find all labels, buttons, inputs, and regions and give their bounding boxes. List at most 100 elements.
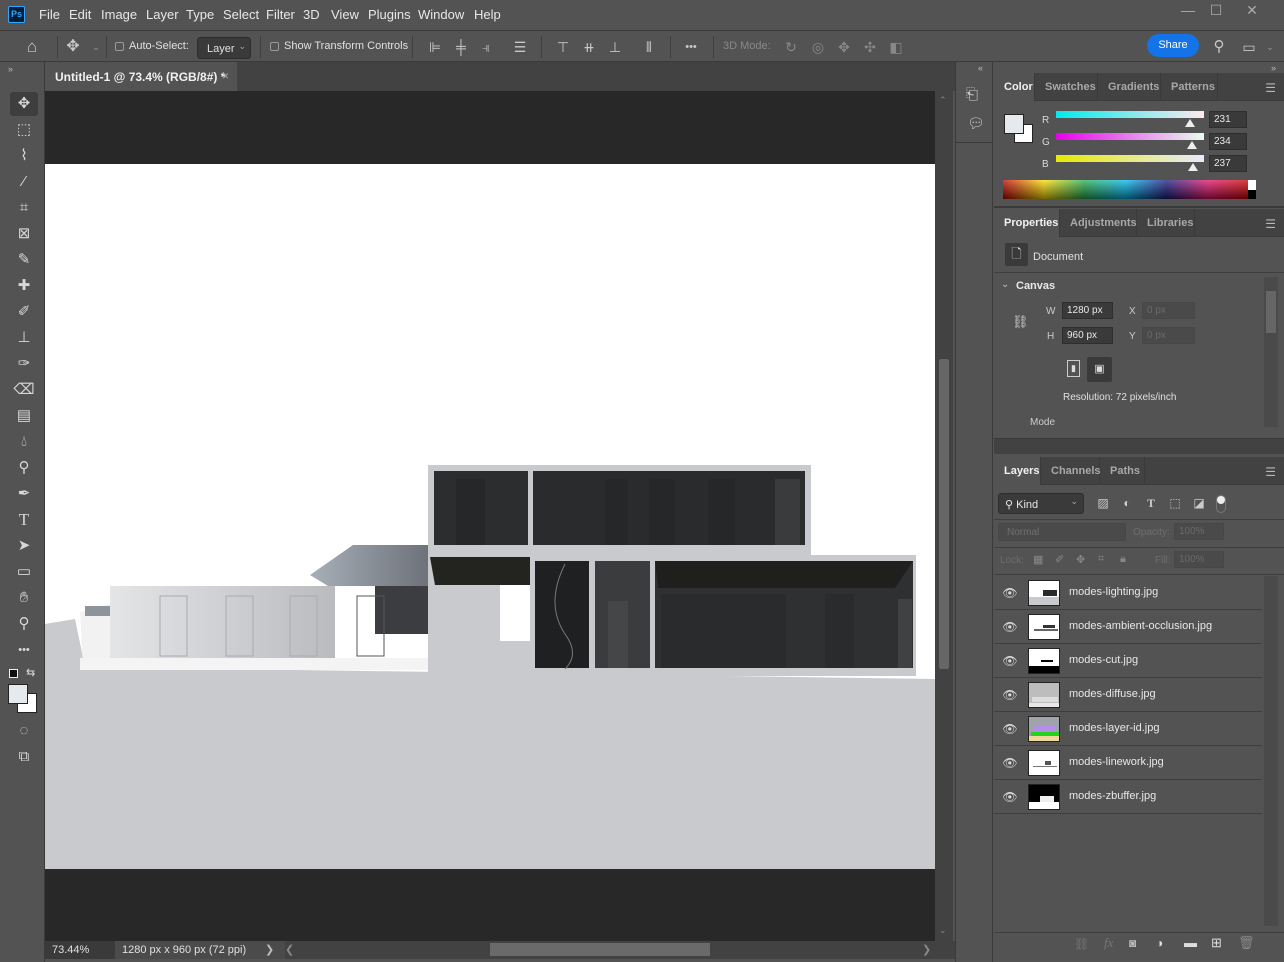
green-slider[interactable] — [1056, 133, 1204, 140]
canvas-y-input[interactable]: 0 px — [1142, 327, 1195, 344]
tab-swatches[interactable]: Swatches — [1035, 73, 1098, 101]
tab-paths[interactable]: Paths — [1100, 457, 1145, 485]
menu-filter[interactable]: Filter — [266, 7, 295, 22]
pixel-layer-filter-icon[interactable]: ▨ — [1094, 496, 1112, 510]
screen-mode-icon[interactable]: ⧉ — [10, 745, 38, 769]
blue-slider-thumb[interactable] — [1188, 163, 1199, 171]
menu-type[interactable]: Type — [186, 7, 214, 22]
document-canvas[interactable] — [45, 164, 935, 869]
properties-scroll-thumb[interactable] — [1266, 291, 1276, 333]
align-vcenter-icon[interactable]: ⧺ — [579, 37, 599, 57]
lock-transparent-icon[interactable]: ▦ — [1033, 553, 1043, 566]
menu-image[interactable]: Image — [101, 7, 137, 22]
lock-artboard-icon[interactable]: ⌗ — [1098, 553, 1104, 566]
minimize-button[interactable]: — — [1174, 0, 1202, 22]
workspace-icon[interactable]: ▭ — [1239, 37, 1259, 57]
collapse-icon[interactable]: « — [978, 63, 983, 73]
new-layer-icon[interactable]: ⊞ — [1211, 935, 1222, 951]
menu-select[interactable]: Select — [223, 7, 259, 22]
type-tool[interactable]: T — [10, 508, 38, 532]
type-layer-filter-icon[interactable]: T — [1142, 496, 1160, 511]
healing-brush-tool[interactable]: ✚ — [10, 274, 38, 298]
red-slider-thumb[interactable] — [1185, 119, 1196, 127]
visibility-eye-icon[interactable]: 👁︎ — [1002, 654, 1018, 668]
panel-menu-icon[interactable]: ☰ — [1265, 81, 1276, 95]
menu-3d[interactable]: 3D — [303, 7, 320, 22]
3d-camera-icon[interactable]: ◧ — [886, 37, 906, 57]
history-icon[interactable]: ⎗ — [966, 86, 978, 103]
zoom-tool[interactable]: ⚲ — [10, 612, 38, 636]
hand-tool[interactable]: ✋︎ — [10, 586, 38, 610]
distribute-icon[interactable]: ☰ — [510, 37, 530, 57]
dodge-tool[interactable]: ⚲ — [10, 456, 38, 480]
menu-help[interactable]: Help — [474, 7, 501, 22]
layer-row[interactable]: 👁︎ modes-linework.jpg — [994, 746, 1262, 780]
clone-stamp-tool[interactable]: ⊥ — [10, 326, 38, 350]
chevron-down-icon[interactable]: ⌄ — [86, 37, 106, 57]
layer-row[interactable]: 👁︎ modes-cut.jpg — [994, 644, 1262, 678]
brush-tool[interactable]: ✐ — [10, 300, 38, 324]
tab-libraries[interactable]: Libraries — [1137, 209, 1195, 237]
canvas-height-input[interactable]: 960 px — [1062, 327, 1113, 344]
zoom-level-field[interactable]: 73.44% — [45, 941, 115, 959]
3d-slide-icon[interactable]: ✣ — [860, 37, 880, 57]
edit-toolbar-icon[interactable]: ••• — [10, 638, 38, 662]
menu-window[interactable]: Window — [418, 7, 464, 22]
pen-tool[interactable]: ✒ — [10, 482, 38, 506]
visibility-eye-icon[interactable]: 👁︎ — [1002, 756, 1018, 770]
lasso-tool[interactable]: ⌇ — [10, 144, 38, 168]
scroll-right-icon[interactable]: ❯ — [922, 943, 931, 956]
tab-adjustments[interactable]: Adjustments — [1060, 209, 1137, 237]
share-button[interactable]: Share — [1147, 34, 1199, 57]
blue-value-field[interactable]: 237 — [1209, 155, 1247, 172]
lock-all-icon[interactable]: 🔒︎ — [1120, 553, 1126, 566]
new-group-icon[interactable]: ▬ — [1184, 935, 1197, 950]
portrait-orientation-icon[interactable]: ▮ — [1067, 360, 1080, 377]
status-menu-arrow[interactable]: ❯ — [265, 943, 274, 956]
rectangle-tool[interactable]: ▭ — [10, 560, 38, 584]
tab-color[interactable]: Color — [994, 73, 1035, 101]
maximize-button[interactable]: ☐ — [1202, 0, 1230, 22]
new-adjustment-layer-icon[interactable]: ◑ — [1156, 936, 1163, 950]
menu-view[interactable]: View — [331, 7, 359, 22]
lock-pixels-icon[interactable]: ✐ — [1055, 553, 1064, 566]
tab-gradients[interactable]: Gradients — [1098, 73, 1161, 101]
foreground-color-chip[interactable] — [1004, 114, 1024, 134]
scroll-up-icon[interactable]: ⌃ — [939, 95, 947, 106]
tab-layers[interactable]: Layers — [994, 457, 1041, 485]
scroll-down-icon[interactable]: ⌄ — [939, 925, 947, 936]
delete-layer-icon[interactable]: 🗑︎ — [1238, 935, 1255, 951]
layer-row[interactable]: 👁︎ modes-diffuse.jpg — [994, 678, 1262, 712]
chevron-down-icon[interactable]: ⌄ — [1260, 37, 1280, 57]
gradient-tool[interactable]: ▤ — [10, 404, 38, 428]
panel-menu-icon[interactable]: ☰ — [1265, 217, 1276, 231]
align-top-icon[interactable]: ⊤ — [553, 37, 573, 57]
eraser-tool[interactable]: ⌫ — [10, 378, 38, 402]
layer-row[interactable]: 👁︎ modes-ambient-occlusion.jpg — [994, 610, 1262, 644]
menu-edit[interactable]: Edit — [69, 7, 91, 22]
visibility-eye-icon[interactable]: 👁︎ — [1002, 688, 1018, 702]
visibility-eye-icon[interactable]: 👁︎ — [1002, 790, 1018, 804]
green-slider-thumb[interactable] — [1186, 141, 1197, 149]
layer-row[interactable]: 👁︎ modes-lighting.jpg — [994, 576, 1262, 610]
layers-scrollbar[interactable] — [1264, 576, 1278, 926]
link-layers-icon[interactable]: ⛓ — [1074, 937, 1089, 951]
quick-mask-icon[interactable]: ◌ — [10, 719, 38, 743]
default-colors-icon[interactable] — [9, 669, 18, 678]
vertical-scrollbar[interactable]: ⌃ ⌄ — [935, 91, 953, 941]
expand-panels-icon[interactable]: » — [1271, 63, 1276, 73]
lock-position-icon[interactable]: ✥ — [1076, 553, 1085, 566]
search-icon[interactable]: ⚲ — [1209, 37, 1229, 57]
tab-channels[interactable]: Channels — [1041, 457, 1101, 485]
filter-toggle[interactable] — [1216, 495, 1226, 513]
visibility-eye-icon[interactable]: 👁︎ — [1002, 620, 1018, 634]
document-tab[interactable]: Untitled-1 @ 73.4% (RGB/8#) * × — [45, 62, 237, 91]
comments-icon[interactable]: 💬︎ — [967, 115, 985, 132]
horizontal-scroll-thumb[interactable] — [490, 943, 710, 956]
3d-pan-icon[interactable]: ✥ — [834, 37, 854, 57]
scroll-left-icon[interactable]: ❮ — [285, 943, 294, 956]
canvas-x-input[interactable]: 0 px — [1142, 302, 1195, 319]
move-tool-icon[interactable]: ✥ — [63, 37, 83, 57]
panel-menu-icon[interactable]: ☰ — [1265, 465, 1276, 479]
vertical-scroll-thumb[interactable] — [939, 359, 949, 669]
